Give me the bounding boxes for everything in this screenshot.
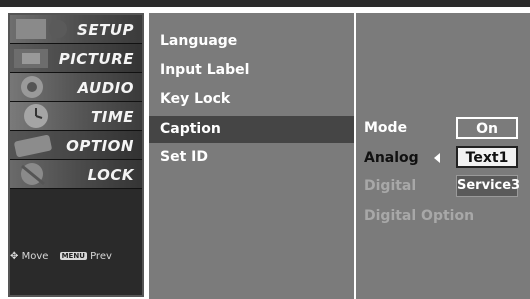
digital-value: Service3 <box>456 175 520 197</box>
category-option[interactable]: OPTION <box>10 131 142 160</box>
category-time[interactable]: TIME <box>10 102 142 131</box>
menu-item-label: Input Label <box>160 62 250 78</box>
move-label: Move <box>21 251 49 262</box>
menu-item-label: Set ID <box>160 149 208 165</box>
category-label: PICTURE <box>58 50 134 68</box>
analog-value[interactable]: Text1 <box>456 146 518 168</box>
category-audio[interactable]: AUDIO <box>10 73 142 102</box>
analog-label: Analog <box>364 150 419 166</box>
category-picture[interactable]: PICTURE <box>10 44 142 73</box>
category-lock[interactable]: LOCK <box>10 160 142 189</box>
digital-option-label: Digital Option <box>364 208 475 224</box>
category-label: TIME <box>91 108 134 126</box>
menu-key-icon: MENU <box>59 252 87 260</box>
menu-item-caption[interactable]: Caption <box>149 116 354 143</box>
lock-icon <box>10 160 80 189</box>
menu-item-key-lock[interactable]: Key Lock <box>149 86 354 113</box>
menu-item-input-label[interactable]: Input Label <box>149 57 354 84</box>
mode-value[interactable]: On <box>456 117 518 139</box>
option-menu: Language Input Label Key Lock Caption Se… <box>149 13 354 299</box>
category-setup[interactable]: SETUP <box>10 15 142 44</box>
category-label: SETUP <box>77 21 134 39</box>
mode-label: Mode <box>364 120 408 136</box>
setup-icon <box>10 15 80 44</box>
left-arrow-icon[interactable] <box>434 153 440 163</box>
caption-panel: Mode On Analog Text1 Digital Service3 Di… <box>356 13 530 299</box>
category-label: AUDIO <box>77 79 134 97</box>
audio-icon <box>10 73 80 102</box>
category-label: LOCK <box>87 166 134 184</box>
category-label: OPTION <box>66 137 134 155</box>
top-bar <box>0 0 530 7</box>
menu-item-label: Caption <box>160 121 221 137</box>
menu-item-language[interactable]: Language <box>149 28 354 55</box>
menu-item-label: Key Lock <box>160 91 231 107</box>
menu-item-set-id[interactable]: Set ID <box>149 144 354 171</box>
clock-icon <box>10 102 80 131</box>
menu-item-label: Language <box>160 33 238 49</box>
footer-hints: ✥ Move MENU Prev <box>10 251 112 262</box>
prev-label: Prev <box>90 251 112 262</box>
move-icon: ✥ <box>10 251 19 262</box>
digital-label: Digital <box>364 178 417 194</box>
